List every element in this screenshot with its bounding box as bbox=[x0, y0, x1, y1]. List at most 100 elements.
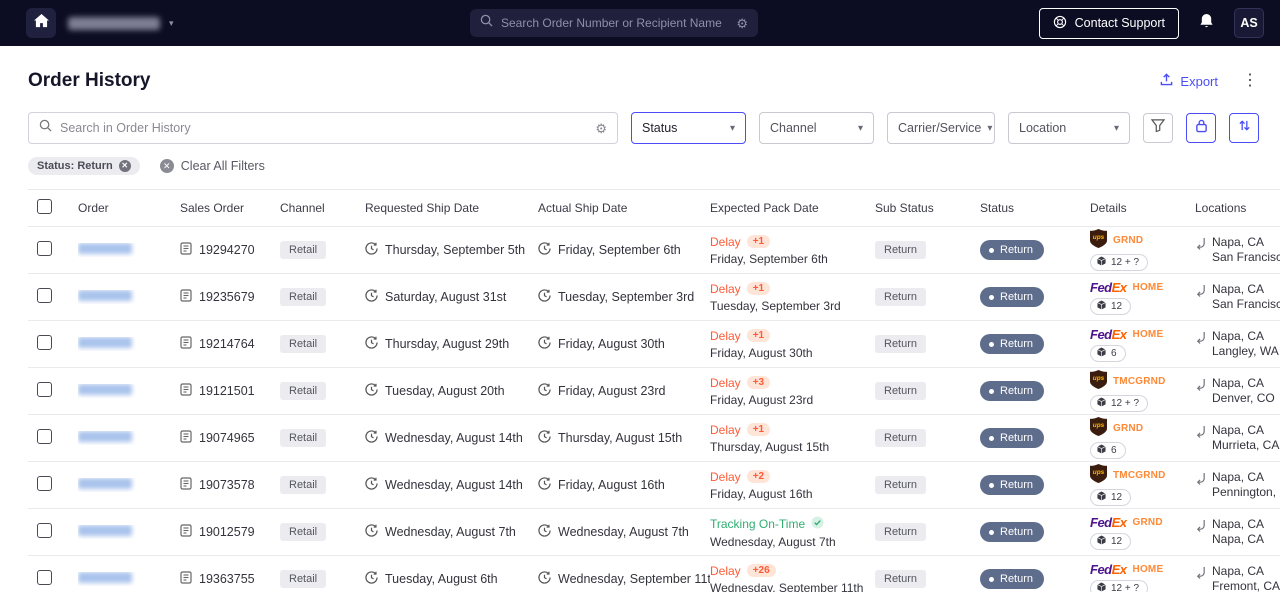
global-search: ⚙ bbox=[470, 9, 758, 37]
status-dot-icon bbox=[989, 294, 994, 300]
expected-pack-date: Friday, August 16th bbox=[710, 486, 813, 501]
sub-status-badge: Return bbox=[875, 241, 927, 259]
sub-status-badge: Return bbox=[875, 570, 927, 588]
col-sales-order: Sales Order bbox=[180, 201, 245, 215]
pack-status-text: Delay bbox=[710, 281, 741, 296]
status-filter-dropdown[interactable]: Status ▾ bbox=[631, 112, 746, 144]
origin-location: Napa, CA bbox=[1212, 235, 1265, 249]
package-count: 12 + ? bbox=[1111, 257, 1140, 268]
fedex-logo-icon: FedEx bbox=[1090, 279, 1127, 295]
order-link[interactable] bbox=[78, 478, 132, 489]
search-icon bbox=[480, 14, 493, 32]
status-label: Return bbox=[1000, 244, 1034, 256]
chevron-down-icon: ▾ bbox=[987, 122, 993, 134]
origin-location: Napa, CA bbox=[1212, 376, 1265, 390]
search-options-gear-icon[interactable]: ⚙ bbox=[595, 122, 607, 135]
destination-location: Fremont, CA bbox=[1212, 579, 1280, 592]
status-dot-icon bbox=[989, 247, 994, 253]
user-avatar[interactable]: AS bbox=[1234, 8, 1264, 38]
clear-all-filters-button[interactable]: ✕ Clear All Filters bbox=[159, 159, 265, 173]
status-dot-icon bbox=[989, 529, 994, 535]
row-checkbox[interactable] bbox=[37, 241, 52, 256]
more-options-kebab-icon[interactable]: ⋮ bbox=[1242, 73, 1258, 89]
order-link[interactable] bbox=[78, 290, 132, 301]
row-checkbox[interactable] bbox=[37, 288, 52, 303]
package-count-pill: 12 + ? bbox=[1090, 579, 1149, 592]
lock-icon bbox=[1195, 118, 1208, 138]
order-link[interactable] bbox=[78, 243, 132, 254]
channel-filter-dropdown[interactable]: Channel ▾ bbox=[759, 112, 874, 144]
home-icon bbox=[33, 13, 49, 33]
contact-support-button[interactable]: Contact Support bbox=[1038, 7, 1179, 39]
row-checkbox[interactable] bbox=[37, 382, 52, 397]
pack-status-text: Delay bbox=[710, 375, 741, 390]
route-arrow-icon bbox=[1195, 284, 1206, 301]
sales-order-number: 19073578 bbox=[199, 478, 255, 492]
channel-badge: Retail bbox=[280, 335, 327, 353]
requested-ship-date: Thursday, August 29th bbox=[385, 337, 510, 351]
advanced-filter-button[interactable] bbox=[1143, 113, 1173, 143]
status-pill: Return bbox=[980, 334, 1045, 354]
col-expected-pack-date: Expected Pack Date bbox=[710, 201, 819, 215]
ups-logo-icon: ups bbox=[1090, 229, 1107, 251]
delay-days-badge: +1 bbox=[746, 235, 771, 248]
chevron-down-icon: ▾ bbox=[1113, 122, 1119, 134]
history-clock-icon bbox=[538, 430, 551, 446]
chevron-down-icon: ▾ bbox=[169, 17, 174, 28]
route-arrow-icon bbox=[1195, 331, 1206, 348]
export-button[interactable]: Export bbox=[1160, 73, 1218, 89]
sub-status-badge: Return bbox=[875, 335, 927, 353]
order-link[interactable] bbox=[78, 431, 132, 442]
expected-pack-date: Friday, August 23rd bbox=[710, 392, 814, 407]
status-dot-icon bbox=[989, 341, 994, 347]
notifications-bell-icon[interactable] bbox=[1199, 13, 1214, 34]
history-search-input[interactable] bbox=[60, 121, 588, 135]
row-checkbox[interactable] bbox=[37, 570, 52, 585]
select-all-checkbox[interactable] bbox=[37, 199, 52, 214]
row-checkbox[interactable] bbox=[37, 429, 52, 444]
status-label: Return bbox=[1000, 338, 1034, 350]
pack-status-text: Delay bbox=[710, 422, 741, 437]
status-dot-icon bbox=[989, 482, 994, 488]
origin-location: Napa, CA bbox=[1212, 517, 1265, 531]
actual-ship-date: Friday, September 6th bbox=[558, 243, 681, 257]
carrier-filter-dropdown[interactable]: Carrier/Service ▾ bbox=[887, 112, 995, 144]
location-filter-dropdown[interactable]: Location ▾ bbox=[1008, 112, 1130, 144]
channel-badge: Retail bbox=[280, 382, 327, 400]
remove-filter-icon[interactable]: ✕ bbox=[118, 160, 131, 172]
carrier-filter-label: Carrier/Service bbox=[898, 121, 982, 135]
row-checkbox[interactable] bbox=[37, 523, 52, 538]
search-icon bbox=[39, 119, 52, 137]
order-link[interactable] bbox=[78, 525, 132, 536]
actual-ship-date: Friday, August 16th bbox=[558, 478, 665, 492]
expected-pack-date: Wednesday, September 11th bbox=[710, 580, 864, 592]
pack-status-text: Tracking On-Time bbox=[710, 516, 806, 531]
row-checkbox[interactable] bbox=[37, 476, 52, 491]
package-count-pill: 6 bbox=[1090, 344, 1126, 362]
order-link[interactable] bbox=[78, 337, 132, 348]
package-count-pill: 12 bbox=[1090, 532, 1132, 550]
sales-order-doc-icon bbox=[180, 430, 192, 446]
status-pill: Return bbox=[980, 428, 1045, 448]
sales-order-doc-icon bbox=[180, 336, 192, 352]
row-checkbox[interactable] bbox=[37, 335, 52, 350]
history-clock-icon bbox=[538, 571, 551, 587]
history-clock-icon bbox=[538, 524, 551, 540]
on-time-check-icon bbox=[811, 515, 824, 532]
route-arrow-icon bbox=[1195, 519, 1206, 536]
order-link[interactable] bbox=[78, 384, 132, 395]
history-clock-icon bbox=[365, 289, 378, 305]
destination-location: San Francisco, CA bbox=[1212, 250, 1280, 264]
sort-button[interactable] bbox=[1229, 113, 1259, 143]
origin-location: Napa, CA bbox=[1212, 470, 1265, 484]
home-button[interactable] bbox=[26, 8, 56, 38]
lock-columns-button[interactable] bbox=[1186, 113, 1216, 143]
order-link[interactable] bbox=[78, 572, 132, 583]
status-return-chip: Status: Return ✕ bbox=[28, 157, 140, 175]
sub-status-badge: Return bbox=[875, 288, 927, 306]
sub-status-badge: Return bbox=[875, 382, 927, 400]
search-settings-gear-icon[interactable]: ⚙ bbox=[736, 17, 748, 30]
global-search-input[interactable] bbox=[501, 16, 729, 30]
col-details: Details bbox=[1090, 201, 1127, 215]
col-locations: Locations bbox=[1195, 201, 1247, 215]
